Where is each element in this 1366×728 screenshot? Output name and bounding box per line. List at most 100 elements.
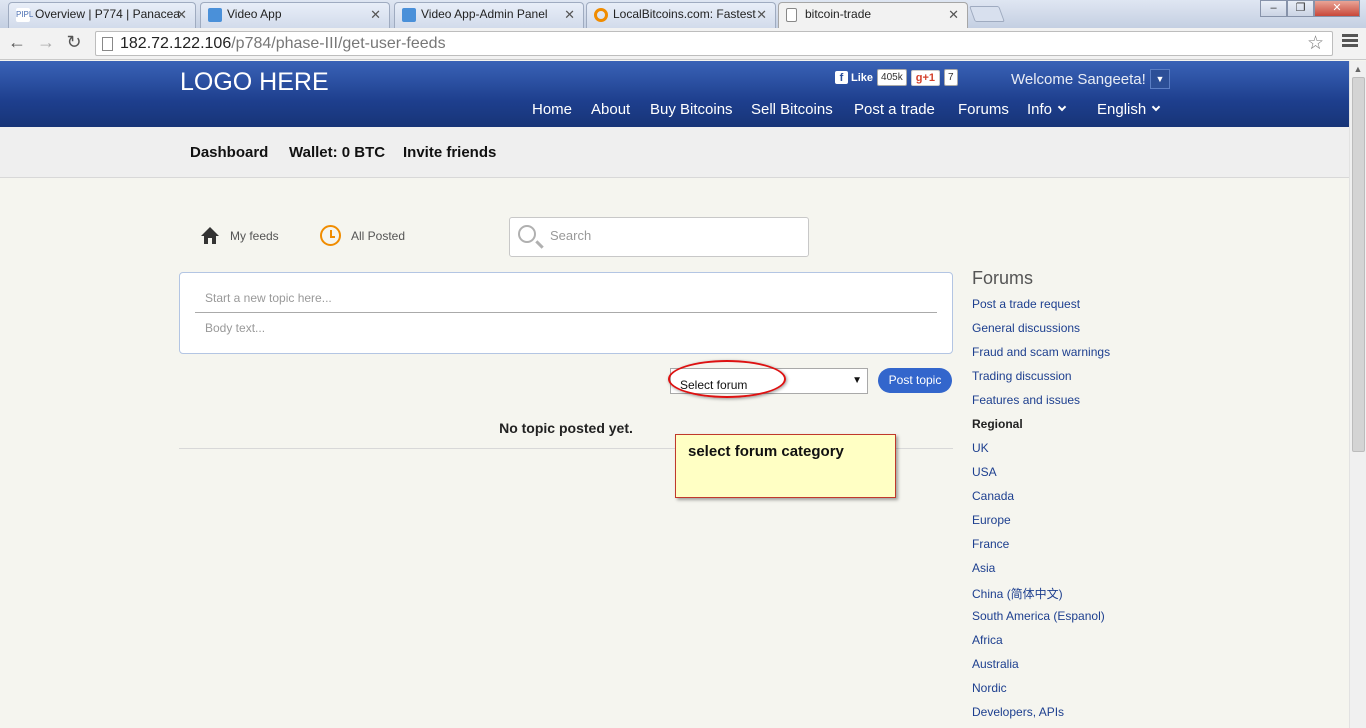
nav-about[interactable]: About	[591, 101, 630, 118]
user-menu-dropdown-icon[interactable]: ▼	[1150, 69, 1170, 89]
chevron-down-icon	[1151, 102, 1161, 112]
regional-forum-link[interactable]: Developers, APIs	[972, 705, 1064, 719]
page-favicon-icon	[786, 8, 797, 22]
regional-forum-link[interactable]: Africa	[972, 633, 1003, 647]
wallet-link[interactable]: Wallet: 0 BTC	[289, 144, 385, 161]
close-window-button[interactable]: ✕	[1314, 0, 1360, 17]
browser-tab-bar: PIPL Overview | P774 | Panacea ✕ Video A…	[0, 0, 1366, 29]
browser-tab[interactable]: PIPL Overview | P774 | Panacea ✕	[8, 2, 196, 28]
my-feeds-tab[interactable]: My feeds	[230, 229, 279, 243]
new-topic-form	[179, 272, 953, 354]
close-tab-icon[interactable]: ✕	[756, 7, 767, 23]
home-icon[interactable]	[200, 226, 220, 245]
window-controls: – ❐ ✕	[1260, 0, 1360, 18]
regional-forum-link[interactable]: Nordic	[972, 681, 1007, 695]
welcome-message: Welcome Sangeeta!	[1011, 71, 1146, 88]
scroll-up-arrow-icon[interactable]: ▲	[1350, 61, 1366, 77]
facebook-icon: f	[835, 71, 848, 84]
browser-toolbar: ← → ↻ 182.72.122.106/p784/phase-III/get-…	[0, 28, 1366, 60]
browser-tab[interactable]: LocalBitcoins.com: Fastest ✕	[586, 2, 776, 28]
tab-label: Overview | P774 | Panacea	[35, 7, 180, 21]
url-host: 182.72.122.106	[120, 35, 232, 52]
google-plus-count: 7	[943, 69, 958, 86]
regional-forum-link[interactable]: Asia	[972, 561, 995, 575]
browser-tab-active[interactable]: bitcoin-trade ✕	[778, 2, 968, 29]
nav-info-label: Info	[1027, 101, 1053, 118]
tab-label: LocalBitcoins.com: Fastest	[613, 7, 756, 21]
nav-info[interactable]: Info	[1027, 101, 1067, 118]
dashboard-link[interactable]: Dashboard	[190, 144, 268, 161]
google-plus-button[interactable]: g+1	[910, 69, 940, 86]
tab-label: Video App	[227, 7, 282, 21]
page-icon	[102, 37, 113, 51]
site-header: LOGO HERE f Like 405k g+1 7 Welcome Sang…	[0, 61, 1349, 127]
nav-home[interactable]: Home	[532, 101, 572, 118]
topic-title-input[interactable]	[195, 283, 937, 313]
regional-forum-link[interactable]: South America (Espanol)	[972, 609, 1105, 623]
forum-link[interactable]: Post a trade request	[972, 297, 1080, 311]
localbitcoins-favicon-icon	[594, 8, 608, 22]
close-tab-icon[interactable]: ✕	[176, 7, 187, 23]
minimize-button[interactable]: –	[1260, 0, 1287, 17]
tab-label: Video App-Admin Panel	[421, 7, 548, 21]
pipl-favicon-icon: PIPL	[16, 8, 33, 22]
all-posted-tab[interactable]: All Posted	[351, 229, 405, 243]
nav-buy-bitcoins[interactable]: Buy Bitcoins	[650, 101, 733, 118]
search-box	[509, 217, 809, 257]
page-scrollbar[interactable]: ▲	[1349, 61, 1366, 728]
annotation-note: select forum category	[675, 434, 896, 498]
browser-menu-icon[interactable]	[1342, 34, 1358, 49]
forward-arrow-icon[interactable]: →	[35, 32, 57, 53]
social-buttons: f Like 405k g+1 7	[835, 69, 958, 86]
user-subnav: Dashboard Wallet: 0 BTC Invite friends	[0, 127, 1349, 178]
facebook-like-label: Like	[851, 71, 874, 84]
search-icon	[518, 225, 536, 243]
browser-tab[interactable]: Video App-Admin Panel ✕	[394, 2, 584, 28]
chevron-down-icon	[1057, 102, 1067, 112]
regional-forum-link[interactable]: France	[972, 537, 1009, 551]
reload-icon[interactable]: ↻	[63, 32, 85, 53]
nav-forums[interactable]: Forums	[958, 101, 1009, 118]
close-tab-icon[interactable]: ✕	[948, 7, 959, 23]
forum-link[interactable]: Fraud and scam warnings	[972, 345, 1110, 359]
tab-label: bitcoin-trade	[805, 7, 872, 21]
annotation-highlight-ellipse	[668, 360, 786, 398]
url-path: /p784/phase-III/get-user-feeds	[231, 35, 446, 52]
close-tab-icon[interactable]: ✕	[564, 7, 575, 23]
close-tab-icon[interactable]: ✕	[370, 7, 381, 23]
back-arrow-icon[interactable]: ←	[6, 32, 28, 53]
facebook-like-button[interactable]: f Like	[835, 71, 873, 84]
dropdown-arrow-icon: ▼	[852, 375, 862, 386]
video-app-favicon-icon	[208, 8, 222, 22]
invite-friends-link[interactable]: Invite friends	[403, 144, 496, 161]
regional-forum-link[interactable]: China (简体中文)	[972, 585, 1063, 602]
post-topic-button[interactable]: Post topic	[878, 368, 952, 393]
regional-forum-link[interactable]: Australia	[972, 657, 1019, 671]
clock-icon[interactable]	[320, 225, 341, 246]
forum-link[interactable]: Features and issues	[972, 393, 1080, 407]
address-bar[interactable]: 182.72.122.106/p784/phase-III/get-user-f…	[95, 31, 1333, 56]
browser-tab[interactable]: Video App ✕	[200, 2, 390, 28]
nav-post-a-trade[interactable]: Post a trade	[854, 101, 935, 118]
new-tab-button[interactable]	[969, 6, 1005, 22]
nav-language[interactable]: English	[1097, 101, 1161, 118]
scrollbar-thumb[interactable]	[1352, 77, 1365, 452]
forum-link[interactable]: General discussions	[972, 321, 1080, 335]
regional-forum-link[interactable]: Canada	[972, 489, 1014, 503]
forums-heading: Forums	[972, 268, 1034, 288]
site-logo[interactable]: LOGO HERE	[180, 68, 329, 97]
video-app-favicon-icon	[402, 8, 416, 22]
regional-forum-link[interactable]: UK	[972, 441, 989, 455]
bookmark-star-icon[interactable]: ☆	[1307, 32, 1324, 55]
regional-forum-link[interactable]: USA	[972, 465, 997, 479]
nav-sell-bitcoins[interactable]: Sell Bitcoins	[751, 101, 833, 118]
search-input[interactable]	[548, 227, 798, 244]
maximize-button[interactable]: ❐	[1287, 0, 1314, 17]
topic-body-input[interactable]	[195, 321, 937, 349]
nav-language-label: English	[1097, 101, 1147, 118]
forum-link[interactable]: Trading discussion	[972, 369, 1072, 383]
regional-forum-link[interactable]: Europe	[972, 513, 1011, 527]
google-plus-label: +1	[922, 71, 935, 84]
regional-heading: Regional	[972, 417, 1023, 431]
facebook-like-count: 405k	[877, 69, 907, 86]
